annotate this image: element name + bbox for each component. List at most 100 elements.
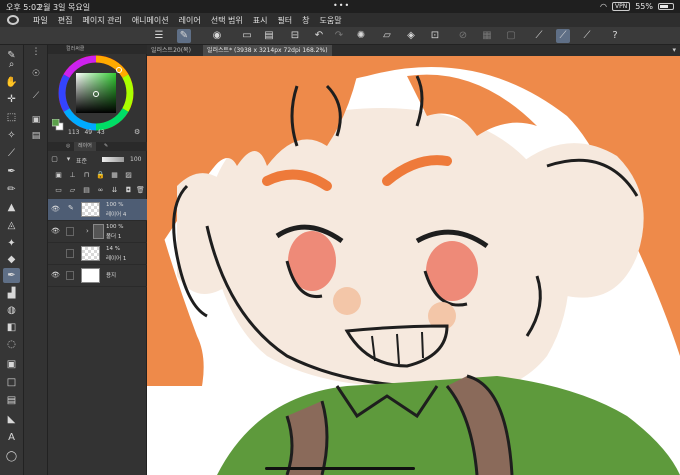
new-raster-layer-icon[interactable]: ▭ xyxy=(54,186,63,195)
subtool-tool-icon[interactable]: ▣ xyxy=(28,113,44,127)
pen-snap-icon[interactable]: ⟋ xyxy=(556,29,570,43)
layer-name: 레이어 4 xyxy=(106,212,127,218)
layer-check-box[interactable] xyxy=(66,249,74,258)
clip-below-icon[interactable]: ▣ xyxy=(54,171,63,180)
subtool-settings-icon[interactable]: ☉ xyxy=(28,67,44,81)
visibility-eye-icon[interactable]: 👁 xyxy=(51,205,60,213)
layer-row[interactable]: 14 % 레이어 1 xyxy=(48,243,147,265)
document-tab[interactable]: 일러스트20(복) xyxy=(147,45,195,56)
deselect-icon[interactable]: ⊘ xyxy=(456,29,470,43)
figure-icon[interactable]: □ xyxy=(3,375,20,390)
color-wheel[interactable] xyxy=(58,55,134,135)
balloon-icon[interactable]: ◯ xyxy=(3,449,20,464)
multitask-dots[interactable]: ••• xyxy=(333,1,350,10)
layer-color-icon[interactable]: ▢ xyxy=(50,155,59,164)
g-pen-icon[interactable]: ✒ xyxy=(3,268,20,283)
layer-row[interactable]: 👁 용지 xyxy=(48,265,147,287)
subtool-material-icon[interactable]: ▤ xyxy=(28,129,44,143)
opacity-slider[interactable] xyxy=(102,157,124,162)
menu-layer[interactable]: 레이어 xyxy=(179,15,201,26)
clip-studio-logo-icon[interactable] xyxy=(7,15,19,25)
layer-link-icon[interactable]: ∞ xyxy=(96,186,105,195)
new-folder-icon[interactable]: ▤ xyxy=(82,186,91,195)
decoration-icon[interactable]: ✦ xyxy=(3,236,20,251)
new-vector-layer-icon[interactable]: ▱ xyxy=(68,186,77,195)
opacity-value[interactable]: 100 xyxy=(130,156,141,163)
move-icon[interactable]: ✛ xyxy=(3,92,20,107)
reference-layer-icon[interactable]: ⊥ xyxy=(68,171,77,180)
view-mode-icon[interactable]: ◉ xyxy=(210,29,224,43)
layer-search-tab-icon[interactable]: ✎ xyxy=(100,142,112,151)
new-document-icon[interactable]: ▭ xyxy=(240,29,254,43)
gradient-icon[interactable]: ▣ xyxy=(3,357,20,372)
erase-icon[interactable]: ▱ xyxy=(380,29,394,43)
frame-icon[interactable]: ▤ xyxy=(3,393,20,408)
layer-check-box[interactable] xyxy=(66,271,74,280)
menu-selection[interactable]: 선택 범위 xyxy=(211,15,243,26)
show-selection-icon[interactable]: ▢ xyxy=(504,29,518,43)
pencil-icon[interactable]: ✏ xyxy=(3,182,20,197)
layer-check-box[interactable] xyxy=(66,227,74,236)
merge-down-icon[interactable]: ⇊ xyxy=(110,186,119,195)
mask-icon[interactable]: ▨ xyxy=(124,171,133,180)
tab-overflow-icon[interactable]: ▾ xyxy=(672,45,676,56)
eraser-icon[interactable]: ◧ xyxy=(3,320,20,335)
color-settings-icon[interactable]: ⚙ xyxy=(134,128,140,136)
fill-bucket-icon[interactable]: ◍ xyxy=(3,303,20,318)
subtool-shape-icon[interactable]: ⟋ xyxy=(28,89,44,103)
visibility-eye-icon[interactable]: 👁 xyxy=(51,271,60,279)
decoration-2-icon[interactable]: ◆ xyxy=(3,252,20,267)
visibility-eye-icon[interactable]: 👁 xyxy=(51,227,60,235)
folder-expand-icon[interactable]: › xyxy=(86,227,89,235)
blend-mode-icon[interactable]: ▾ xyxy=(64,155,73,164)
redo-icon[interactable]: ↷ xyxy=(332,29,346,43)
color-panel-tab[interactable]: 컬러써클 xyxy=(48,45,147,54)
ruler-snap-icon[interactable]: ⟋ xyxy=(532,29,546,43)
menu-page[interactable]: 페이지 관리 xyxy=(82,15,121,26)
brush-icon[interactable]: ▲ xyxy=(3,200,20,215)
menu-help[interactable]: 도움말 xyxy=(320,15,342,26)
lock-transparent-icon[interactable]: ▦ xyxy=(110,171,119,180)
trash-icon[interactable]: 🗑 xyxy=(136,186,145,195)
select-icon[interactable]: ⬚ xyxy=(3,110,20,125)
lock-icon[interactable]: 🔒 xyxy=(96,171,105,180)
transform-icon[interactable]: ⊡ xyxy=(428,29,442,43)
menu-edit[interactable]: 편집 xyxy=(58,15,73,26)
save-icon[interactable]: ⊟ xyxy=(288,29,302,43)
airbrush-icon[interactable]: ◬ xyxy=(3,218,20,233)
pen-icon[interactable]: ✒ xyxy=(3,164,20,179)
hamburger-menu-icon[interactable]: ☰ xyxy=(152,29,166,43)
layer-mask-icon[interactable]: ◘ xyxy=(124,186,133,195)
undo-icon[interactable]: ↶ xyxy=(312,29,326,43)
menu-window[interactable]: 창 xyxy=(302,15,309,26)
layer-tab[interactable]: 레이어 xyxy=(74,142,96,151)
edit-mode-icon[interactable]: ✎ xyxy=(177,29,191,43)
loading-icon[interactable]: ✺ xyxy=(354,29,368,43)
line-snap-icon[interactable]: ⟋ xyxy=(580,29,594,43)
open-folder-icon[interactable]: ▤ xyxy=(262,29,276,43)
ruler-icon[interactable]: ◣ xyxy=(3,412,20,427)
layer-property-tab-icon[interactable]: ◎ xyxy=(62,142,74,151)
layer-row[interactable]: 👁 ✎ 100 % 레이어 4 xyxy=(48,199,147,221)
home-indicator[interactable] xyxy=(265,467,415,470)
magic-wand-icon[interactable]: ✧ xyxy=(3,128,20,143)
menu-file[interactable]: 파일 xyxy=(33,15,48,26)
fill-icon[interactable]: ◈ xyxy=(404,29,418,43)
layer-row[interactable]: 👁 › 100 % 폴더 1 xyxy=(48,221,147,243)
blend-mode-select[interactable]: 표준 xyxy=(76,156,87,165)
blend-icon[interactable]: ◌ xyxy=(3,337,20,352)
hand-icon[interactable]: ✋ xyxy=(3,75,20,90)
zoom-icon[interactable]: ⌕ xyxy=(3,57,20,72)
draft-layer-icon[interactable]: ⊓ xyxy=(82,171,91,180)
menu-view[interactable]: 표시 xyxy=(253,15,268,26)
subtool-menu-icon[interactable]: ⋮ xyxy=(28,45,44,59)
text-icon[interactable]: A xyxy=(3,430,20,445)
eyedropper-icon[interactable]: ⟋ xyxy=(3,146,20,161)
canvas-artwork[interactable] xyxy=(147,56,680,475)
menu-filter[interactable]: 필터 xyxy=(277,15,292,26)
menu-animation[interactable]: 애니메이션 xyxy=(132,15,169,26)
help-icon[interactable]: ? xyxy=(608,29,622,43)
document-tab-active[interactable]: 일러스트* (3938 x 3214px 72dpi 168.2%) xyxy=(203,45,332,56)
invert-selection-icon[interactable]: ▦ xyxy=(480,29,494,43)
stamp-icon[interactable]: ▟ xyxy=(3,286,20,301)
